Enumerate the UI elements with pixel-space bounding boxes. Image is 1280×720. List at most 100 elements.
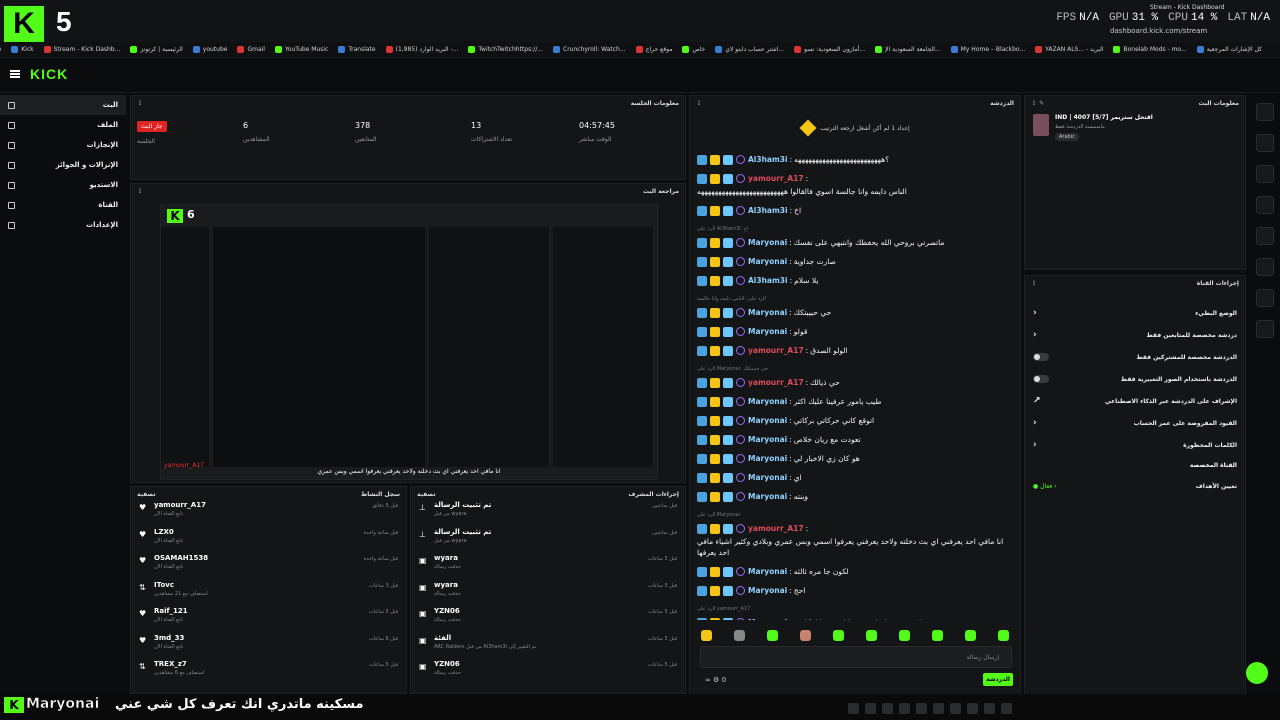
sidebar-item[interactable]: الإنجازات: [0, 135, 126, 155]
server-icon[interactable]: [1256, 289, 1274, 307]
chat-username[interactable]: Maryonai: [748, 307, 787, 318]
clipboard-icon[interactable]: [1256, 196, 1274, 214]
bookmark[interactable]: Gmail: [237, 46, 265, 53]
camera-icon[interactable]: [1256, 134, 1274, 152]
chat-username[interactable]: yamourr_A17: [748, 377, 804, 388]
channel-action-row[interactable]: الدردشة مخصصة للمشتركين فقط: [1025, 346, 1245, 368]
more-icon[interactable]: ⋮ ✎: [1031, 100, 1044, 107]
chat-username[interactable]: yamourr_A17: [748, 523, 804, 534]
more-icon[interactable]: ⋮: [1031, 280, 1037, 287]
kick-logo[interactable]: KICK: [30, 66, 68, 82]
send-chat-button[interactable]: الدردشة: [983, 673, 1013, 686]
sidebar-item[interactable]: الإنزالات و الجوائز: [0, 155, 126, 175]
taskbar-app-icon[interactable]: [848, 702, 859, 714]
gift-icon[interactable]: [1256, 258, 1274, 276]
wrench-icon[interactable]: [1256, 320, 1274, 338]
more-icon[interactable]: ⋮: [696, 100, 702, 107]
emote[interactable]: [932, 629, 943, 641]
chat-username[interactable]: yamourr_A17: [748, 345, 804, 356]
chat-username[interactable]: Maryonai: [748, 434, 787, 445]
bookmark[interactable]: Translate: [338, 46, 376, 53]
emote[interactable]: [767, 629, 778, 641]
sidebar-item[interactable]: الملف: [0, 115, 126, 135]
emote[interactable]: [734, 629, 745, 641]
address-bar[interactable]: dashboard.kick.com/stream: [1110, 27, 1207, 35]
bookmark[interactable]: Crunchyroll: Watch...: [553, 46, 626, 53]
taskbar-app-icon[interactable]: [950, 702, 961, 714]
bookmark[interactable]: Stream - Kick Dashb...: [43, 46, 120, 53]
chat-username[interactable]: Al3ham3i: [748, 154, 788, 165]
bookmark[interactable]: أمازون السعودية: تسو...: [794, 46, 865, 53]
menu-icon[interactable]: [10, 70, 20, 78]
chat-username[interactable]: Maryonai: [748, 472, 787, 483]
channel-action-row[interactable]: › الكلمات المحظورة: [1025, 434, 1245, 456]
taskbar-app-icon[interactable]: [916, 702, 927, 714]
chat-icon[interactable]: [1256, 227, 1274, 245]
bookmark[interactable]: TwitchTwitchhttps://...: [468, 46, 543, 53]
sidebar-item[interactable]: القناة: [0, 195, 126, 215]
chat-username[interactable]: Maryonai: [748, 237, 787, 248]
taskbar-app-icon[interactable]: [1001, 702, 1012, 714]
emote[interactable]: [965, 629, 976, 641]
channel-action-row[interactable]: › القيود المفروضة على عمر الحساب: [1025, 412, 1245, 434]
emote[interactable]: [800, 629, 811, 641]
chat-username[interactable]: Maryonai: [748, 256, 787, 267]
emote[interactable]: [866, 629, 877, 641]
goals-row[interactable]: ● فعال › تعيين الأهداف: [1025, 475, 1245, 497]
channel-action-row[interactable]: ↗ الإشراف على الدردشة عبر الذكاء الاصطناع…: [1025, 390, 1245, 412]
channel-action-row[interactable]: الدردشة باستخدام الصور التعبيرية فقط: [1025, 368, 1245, 390]
bookmark[interactable]: Bonelab Mods - mo...: [1113, 46, 1187, 53]
toggle-switch[interactable]: [1033, 353, 1049, 361]
stream-preview-video[interactable]: K 6 yamourr_A17 انا مافي احد يعرفني اي ب…: [160, 204, 658, 480]
bookmark[interactable]: موقع حراج: [635, 46, 672, 53]
chat-username[interactable]: Maryonai: [748, 453, 787, 464]
bookmark[interactable]: الجامعة السعودية الإ...: [875, 46, 941, 53]
emote[interactable]: [899, 629, 910, 641]
channel-action-row[interactable]: › الوضع البطيء: [1025, 302, 1245, 324]
sidebar-item[interactable]: البث: [0, 95, 126, 115]
edit-icon[interactable]: [1256, 103, 1274, 121]
more-icon[interactable]: ⋮: [137, 100, 143, 107]
sidebar-item[interactable]: الإعدادات: [0, 215, 126, 235]
emote[interactable]: [701, 629, 712, 641]
filter-button[interactable]: تصفية: [417, 491, 436, 498]
bookmark[interactable]: My Home – Blackbo...: [950, 46, 1025, 53]
chat-username[interactable]: Maryonai: [748, 617, 787, 620]
chat-username[interactable]: yamourr_A17: [748, 173, 804, 184]
stream-tag[interactable]: Arabic: [1055, 133, 1079, 141]
taskbar-app-icon[interactable]: [899, 702, 910, 714]
help-button[interactable]: [1246, 662, 1268, 684]
chat-username[interactable]: Maryonai: [748, 585, 787, 596]
pinned-message[interactable]: إعداد 1 لم أكن أشغل ارجعة الترتيب: [695, 113, 1017, 143]
bookmark[interactable]: YAZAN ALS... - البريد: [1035, 46, 1103, 53]
emote[interactable]: [998, 629, 1009, 641]
chat-username[interactable]: Maryonai: [748, 396, 787, 407]
bookmark[interactable]: كل الإشارات المرجعية: [1196, 46, 1262, 53]
taskbar-app-icon[interactable]: [882, 702, 893, 714]
bolt-icon[interactable]: [1256, 165, 1274, 183]
taskbar-app-icon[interactable]: [967, 702, 978, 714]
chat-username[interactable]: Maryonai: [748, 491, 787, 502]
active-tab[interactable]: Stream - Kick Dashboard: [1150, 4, 1225, 11]
chat-input[interactable]: إرسال رسالة: [700, 646, 1012, 668]
taskbar-app-icon[interactable]: [865, 702, 876, 714]
emote[interactable]: [833, 629, 844, 641]
bookmark[interactable]: YouTube Music: [274, 46, 328, 53]
sidebar-item[interactable]: الاستديو: [0, 175, 126, 195]
more-icon[interactable]: ⋮: [137, 188, 143, 195]
bookmark[interactable]: Google: [0, 46, 1, 53]
chat-username[interactable]: Maryonai: [748, 566, 787, 577]
bookmark[interactable]: youtube: [192, 46, 227, 53]
bookmark[interactable]: خاص: [682, 46, 705, 53]
chat-username[interactable]: Maryonai: [748, 415, 787, 426]
taskbar-app-icon[interactable]: [933, 702, 944, 714]
bookmark[interactable]: (1,985) البريد الوارد -...: [385, 46, 458, 53]
chat-username[interactable]: Al3ham3i: [748, 205, 788, 216]
bookmark[interactable]: الرئيسية | كرتونز: [130, 46, 183, 53]
bookmark[interactable]: اشتر حساب دايتو لاي...: [715, 46, 784, 53]
filter-button[interactable]: تصفية: [137, 491, 156, 498]
chat-username[interactable]: Maryonai: [748, 326, 787, 337]
chat-username[interactable]: Al3ham3i: [748, 275, 788, 286]
bookmark[interactable]: Kick: [11, 46, 34, 53]
toggle-switch[interactable]: [1033, 375, 1049, 383]
